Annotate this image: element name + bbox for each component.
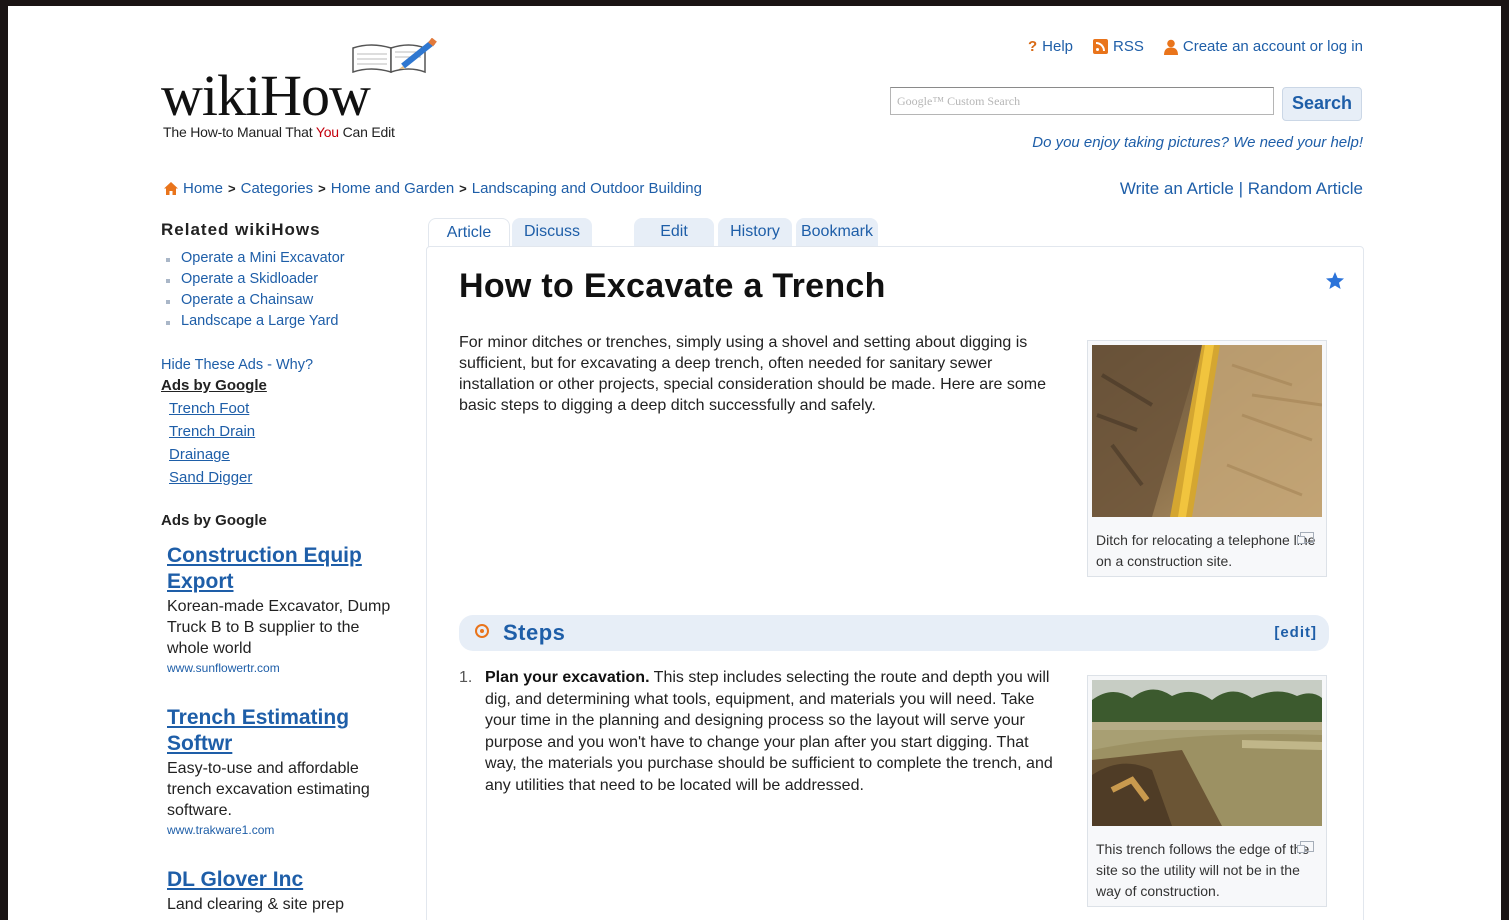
related-list: Operate a Mini Excavator Operate a Skidl… xyxy=(161,250,411,329)
help-icon: ? xyxy=(1028,38,1038,55)
steps-heading: Steps xyxy=(503,620,566,645)
enlarge-icon[interactable] xyxy=(1297,841,1314,853)
related-heading: Related wikiHows xyxy=(161,220,321,239)
person-icon xyxy=(1163,39,1178,55)
ad-links: Trench Foot Trench Drain Drainage Sand D… xyxy=(169,400,411,486)
ad-link[interactable]: Drainage xyxy=(169,446,411,463)
article-body: How to Excavate a Trench For minor ditch… xyxy=(426,246,1364,920)
write-article-link[interactable]: Write an Article xyxy=(1120,179,1234,198)
tagline: The How-to Manual That You Can Edit xyxy=(163,124,395,140)
tab-bookmark[interactable]: Bookmark xyxy=(796,218,878,246)
help-link[interactable]: ? Help xyxy=(1028,38,1073,55)
article-actions: Write an Article | Random Article xyxy=(1119,179,1363,198)
star-icon[interactable] xyxy=(1325,271,1345,291)
logo-text: wikiHow xyxy=(161,63,371,128)
ad-unit: DL Glover Inc Land clearing & site prep xyxy=(167,867,397,915)
ad-link[interactable]: Trench Foot xyxy=(169,400,411,417)
figure-trench-edge: This trench follows the edge of the site… xyxy=(1087,675,1327,907)
random-article-link[interactable]: Random Article xyxy=(1248,179,1363,198)
photo-promo-link[interactable]: Do you enjoy taking pictures? We need yo… xyxy=(1032,134,1363,151)
ads-by-google-label: Ads by Google xyxy=(161,512,267,529)
page: wikiHow The How-to Manual That You Can E… xyxy=(8,6,1501,920)
breadcrumb-home-garden[interactable]: Home and Garden xyxy=(331,180,454,197)
top-links: ? Help RSS Create an account or log in xyxy=(1028,38,1363,55)
search-button[interactable]: Search xyxy=(1282,87,1362,121)
article-title: How to Excavate a Trench xyxy=(459,267,886,305)
excavator-photo[interactable] xyxy=(1092,680,1322,826)
ads-by-google-link[interactable]: Ads by Google xyxy=(161,377,411,394)
step-text: Plan your excavation. This step includes… xyxy=(485,669,1053,794)
steps-header: Steps [edit] xyxy=(459,615,1329,651)
ad-url[interactable]: www.trakware1.com xyxy=(167,823,397,837)
tab-discuss[interactable]: Discuss xyxy=(512,218,592,246)
sidebar: Related wikiHows Operate a Mini Excavato… xyxy=(161,220,411,915)
account-link[interactable]: Create an account or log in xyxy=(1163,38,1363,55)
ad-title[interactable]: Trench Estimating Softwr xyxy=(167,705,397,757)
search-input[interactable]: Google™ Custom Search xyxy=(890,87,1274,115)
ad-unit: Trench Estimating Softwr Easy-to-use and… xyxy=(167,705,397,837)
related-item[interactable]: Operate a Skidloader xyxy=(161,271,411,287)
ad-link[interactable]: Sand Digger xyxy=(169,469,411,486)
figure-caption: This trench follows the edge of the site… xyxy=(1092,831,1322,906)
breadcrumb-home[interactable]: Home xyxy=(183,180,223,197)
related-item[interactable]: Operate a Chainsaw xyxy=(161,292,411,308)
ad-title[interactable]: Construction Equip Export xyxy=(167,543,397,595)
home-icon xyxy=(164,182,178,195)
tab-history[interactable]: History xyxy=(718,218,792,246)
ad-url[interactable]: www.sunflowertr.com xyxy=(167,661,397,675)
figure-ditch: Ditch for relocating a telephone line on… xyxy=(1087,340,1327,577)
breadcrumb: Home > Categories > Home and Garden > La… xyxy=(164,180,702,197)
breadcrumb-landscaping[interactable]: Landscaping and Outdoor Building xyxy=(472,180,702,197)
rss-icon xyxy=(1093,39,1109,54)
wikihow-logo[interactable]: wikiHow The How-to Manual That You Can E… xyxy=(161,36,441,146)
ad-link[interactable]: Trench Drain xyxy=(169,423,411,440)
trench-photo[interactable] xyxy=(1092,345,1323,517)
ad-title[interactable]: DL Glover Inc xyxy=(167,867,397,893)
tab-article[interactable]: Article xyxy=(428,218,510,249)
target-icon xyxy=(475,624,489,638)
edit-section-link[interactable]: [edit] xyxy=(1274,624,1317,641)
ad-description: Land clearing & site prep xyxy=(167,896,344,913)
ad-unit: Construction Equip Export Korean-made Ex… xyxy=(167,543,397,675)
figure-caption: Ditch for relocating a telephone line on… xyxy=(1096,532,1316,569)
step-item: 1. Plan your excavation. This step inclu… xyxy=(459,667,1059,796)
tab-edit[interactable]: Edit xyxy=(634,218,714,246)
enlarge-icon[interactable] xyxy=(1297,532,1314,544)
ad-description: Easy-to-use and affordable trench excava… xyxy=(167,760,370,819)
breadcrumb-categories[interactable]: Categories xyxy=(241,180,314,197)
related-item[interactable]: Operate a Mini Excavator xyxy=(161,250,411,266)
rss-link[interactable]: RSS xyxy=(1093,38,1144,55)
hide-ads-link[interactable]: Hide These Ads - Why? xyxy=(161,357,411,373)
article-intro: For minor ditches or trenches, simply us… xyxy=(459,334,1046,414)
step-number: 1. xyxy=(459,669,473,686)
related-item[interactable]: Landscape a Large Yard xyxy=(161,313,411,329)
ad-description: Korean-made Excavator, Dump Truck B to B… xyxy=(167,598,391,657)
